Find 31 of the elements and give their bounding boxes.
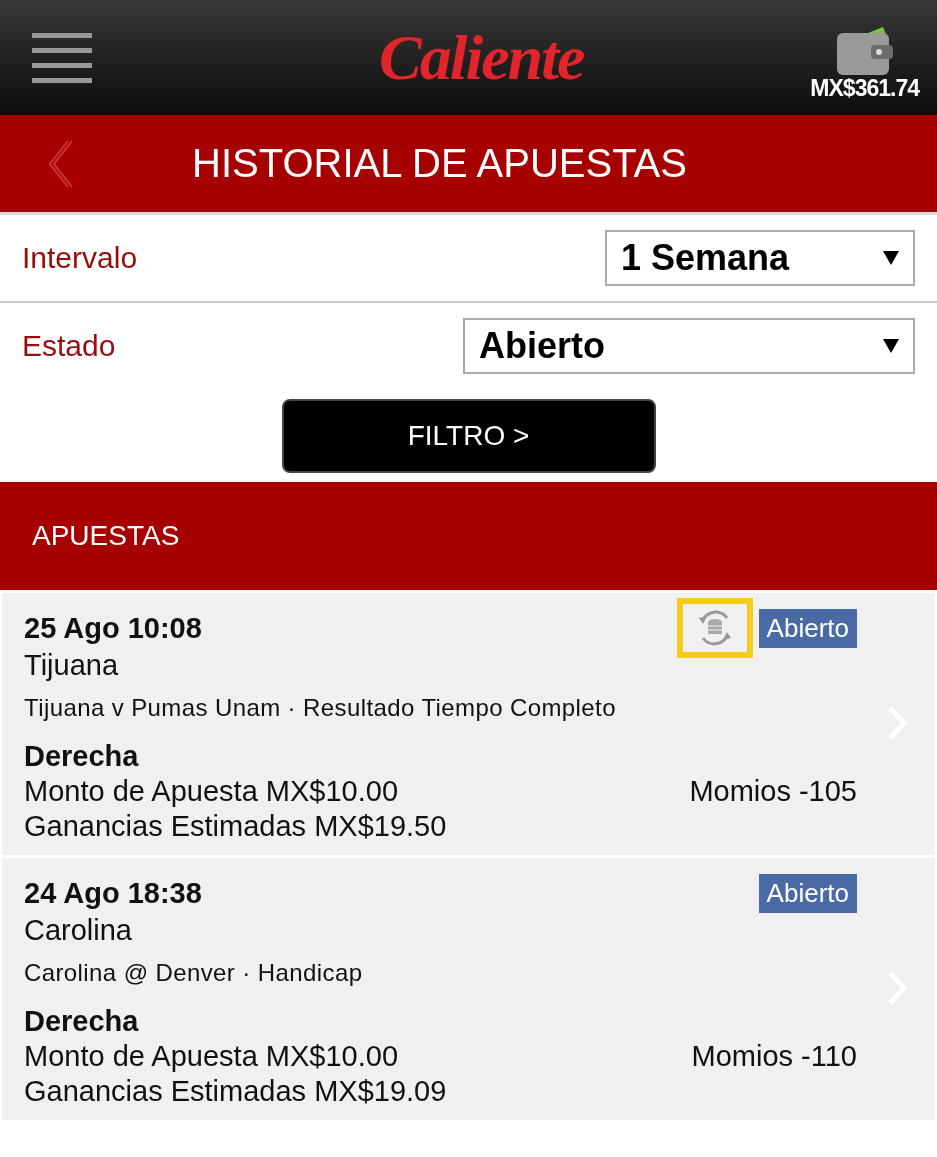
menu-icon[interactable] bbox=[32, 32, 92, 83]
bet-card[interactable]: 25 Ago 10:08 Abierto Tijuana Tijuana v Pumas Unam · Resultado Tiempo Completo Derecha Monto de Apuesta MX$10.00 Momios -105 Ganancias Estimadas MX$19.50 bbox=[2, 593, 935, 855]
status-badge: Abierto bbox=[758, 608, 857, 648]
bet-selection: Derecha bbox=[24, 1005, 140, 1038]
wallet-icon[interactable] bbox=[836, 27, 893, 75]
bet-team: Carolina bbox=[24, 914, 133, 947]
caret-icon bbox=[883, 251, 899, 265]
logo[interactable]: Caliente bbox=[378, 20, 584, 95]
dropdown[interactable]: 1 Semana bbox=[605, 230, 915, 286]
balance-amount: MX$361.74 bbox=[810, 75, 919, 102]
page-title: HISTORIAL DE APUESTAS bbox=[192, 141, 687, 186]
bet-date: 24 Ago 18:38 bbox=[24, 876, 202, 910]
bet-odds: Momios -105 bbox=[689, 775, 857, 808]
filter-button[interactable]: FILTRO > bbox=[281, 399, 656, 473]
dropdown[interactable]: Abierto bbox=[463, 318, 915, 374]
bet-team: Tijuana bbox=[24, 649, 120, 682]
bet-winnings: Ganancias Estimadas MX$19.09 bbox=[24, 1075, 448, 1108]
bet-date: 25 Ago 10:08 bbox=[24, 611, 202, 645]
filter-label: Intervalo bbox=[22, 241, 138, 275]
status-badge: Abierto bbox=[758, 873, 857, 913]
bet-odds: Momios -110 bbox=[691, 1040, 857, 1073]
bet-stake: Monto de Apuesta MX$10.00 bbox=[24, 775, 399, 808]
bet-stake: Monto de Apuesta MX$10.00 bbox=[24, 1040, 399, 1073]
bet-selection: Derecha bbox=[24, 740, 140, 773]
caret-icon bbox=[883, 339, 899, 353]
bet-event: Tijuana v Pumas Unam · Resultado Tiempo Completo bbox=[24, 694, 617, 722]
bet-event: Carolina @ Denver · Handicap bbox=[24, 959, 364, 987]
section-header: APUESTAS bbox=[0, 482, 937, 590]
bet-winnings: Ganancias Estimadas MX$19.50 bbox=[24, 810, 448, 843]
bet-card[interactable]: 24 Ago 18:38 Abierto Carolina Carolina @ Denver · Handicap Derecha Monto de Apuesta MX$10.00 Momios -110 Ganancias Estimadas MX$19.09 bbox=[2, 858, 935, 1120]
filter-label: Estado bbox=[22, 329, 116, 363]
